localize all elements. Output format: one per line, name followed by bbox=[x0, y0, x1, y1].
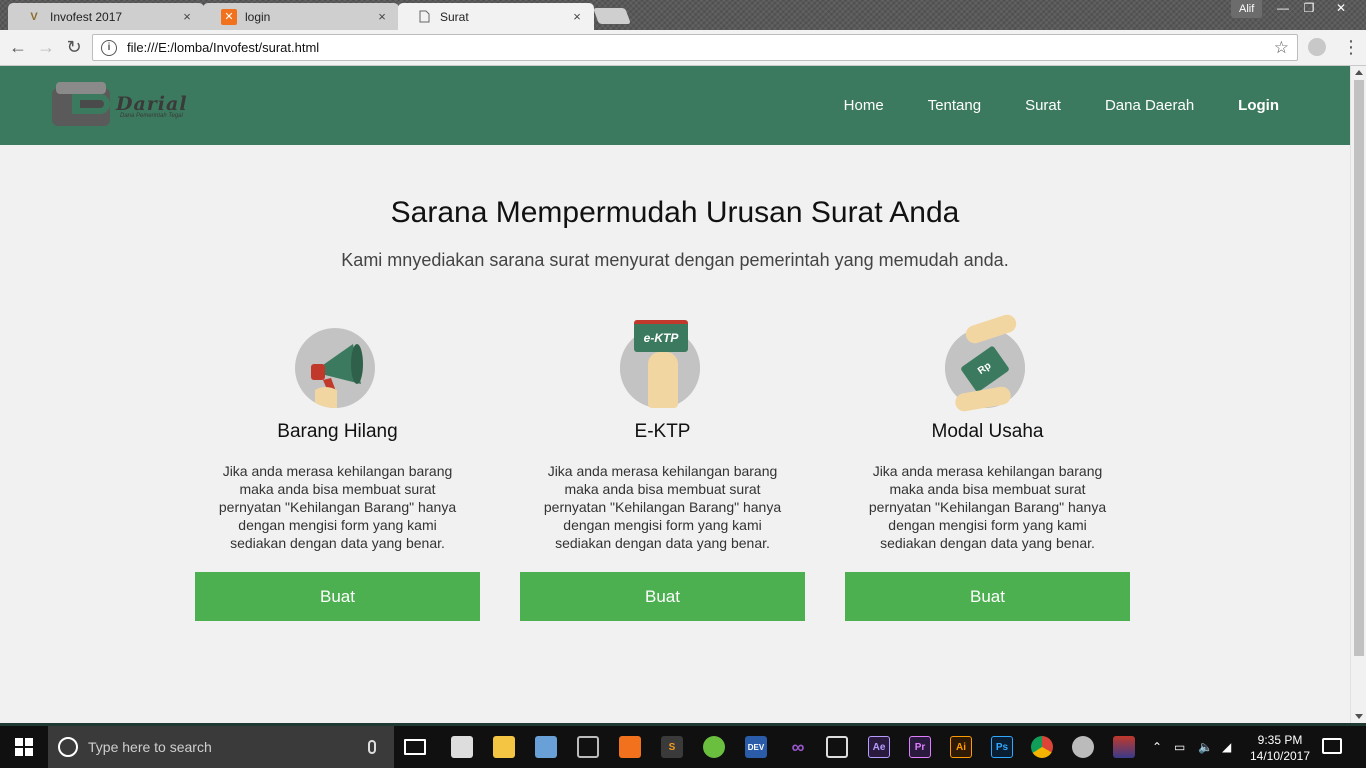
browser-toolbar: ← → ↻ i file:///E:/lomba/Invofest/surat.… bbox=[0, 30, 1366, 66]
drop-icon[interactable] bbox=[1072, 736, 1094, 758]
network-icon[interactable]: ◢ bbox=[1222, 726, 1231, 768]
invofest-favicon-icon: V bbox=[30, 10, 38, 23]
page-viewport: Darial Dana Pemerintah Tegal Home Tentan… bbox=[0, 66, 1350, 723]
extension-icon[interactable] bbox=[1308, 38, 1326, 56]
maximize-icon[interactable]: ❐ bbox=[1296, 0, 1322, 18]
tab-title: Invofest 2017 bbox=[50, 9, 123, 24]
card-description: Jika anda merasa kehilangan barang maka … bbox=[868, 463, 1107, 551]
start-button[interactable] bbox=[0, 726, 48, 768]
back-icon[interactable]: ← bbox=[6, 36, 30, 60]
store-icon[interactable] bbox=[451, 736, 473, 758]
nav-login[interactable]: Login bbox=[1238, 97, 1279, 114]
scroll-up-icon[interactable] bbox=[1355, 70, 1363, 75]
close-icon[interactable]: × bbox=[570, 9, 584, 24]
devcpp-icon[interactable] bbox=[703, 736, 725, 758]
bookmark-star-icon[interactable]: ☆ bbox=[1274, 38, 1289, 58]
card-title: E-KTP bbox=[634, 421, 691, 442]
file-explorer-icon[interactable] bbox=[493, 736, 515, 758]
page-scrollbar[interactable] bbox=[1350, 66, 1366, 723]
close-icon[interactable]: × bbox=[375, 9, 389, 24]
scroll-down-icon[interactable] bbox=[1355, 714, 1363, 719]
money-hands-icon: Rp bbox=[945, 312, 1025, 413]
after-effects-icon[interactable]: Ae bbox=[868, 736, 890, 758]
clock-time: 9:35 PM bbox=[1257, 733, 1303, 747]
site-info-icon[interactable]: i bbox=[101, 39, 117, 56]
id-card-icon: e-KTP bbox=[620, 320, 700, 408]
service-card-barang-hilang: Barang Hilang Jika anda merasa kehilanga… bbox=[195, 318, 480, 628]
tab-title: Surat bbox=[440, 9, 469, 24]
buat-button[interactable]: Buat bbox=[520, 572, 805, 621]
new-tab-button[interactable] bbox=[593, 8, 631, 24]
browser-tabstrip: V Invofest 2017 × ✕ login × Surat × Alif… bbox=[0, 0, 1366, 30]
action-center-icon[interactable] bbox=[1322, 738, 1342, 754]
buat-button[interactable]: Buat bbox=[195, 572, 480, 621]
photoshop-icon[interactable]: Ps bbox=[991, 736, 1013, 758]
nav-surat[interactable]: Surat bbox=[1025, 97, 1061, 114]
tab-login[interactable]: ✕ login × bbox=[203, 3, 399, 30]
windows-logo-icon bbox=[15, 738, 33, 756]
page-title: Sarana Mempermudah Urusan Surat Anda bbox=[390, 196, 960, 229]
virtualbox-icon[interactable] bbox=[535, 736, 557, 758]
card-title: Modal Usaha bbox=[931, 421, 1044, 442]
tab-invofest[interactable]: V Invofest 2017 × bbox=[8, 3, 204, 30]
gambar-icon[interactable] bbox=[1113, 736, 1135, 758]
page-favicon-icon bbox=[416, 9, 432, 25]
illustrator-icon[interactable]: Ai bbox=[950, 736, 972, 758]
task-view-icon[interactable] bbox=[404, 739, 426, 755]
address-bar[interactable]: i file:///E:/lomba/Invofest/surat.html ☆ bbox=[92, 34, 1298, 61]
url-text[interactable]: file:///E:/lomba/Invofest/surat.html bbox=[127, 40, 1274, 55]
sublime-icon[interactable]: S bbox=[661, 736, 683, 758]
chrome-menu-icon[interactable]: ⋮ bbox=[1342, 38, 1360, 58]
taskbar-search[interactable]: Type here to search bbox=[48, 726, 394, 768]
nav-tentang[interactable]: Tentang bbox=[928, 97, 981, 114]
ektp-card-label: e-KTP bbox=[634, 320, 688, 352]
3d-box-icon[interactable] bbox=[577, 736, 599, 758]
page-subtitle: Kami mnyediakan sarana surat menyurat de… bbox=[341, 250, 1009, 270]
logo-name: Darial bbox=[116, 93, 188, 115]
cortana-icon bbox=[58, 737, 78, 757]
clock-date: 14/10/2017 bbox=[1249, 749, 1311, 763]
minimize-icon[interactable]: — bbox=[1270, 0, 1296, 18]
profile-button[interactable]: Alif bbox=[1231, 0, 1263, 18]
nav-dana-daerah[interactable]: Dana Daerah bbox=[1105, 97, 1194, 114]
microphone-icon[interactable] bbox=[368, 740, 376, 754]
chrome-icon[interactable] bbox=[1031, 736, 1053, 758]
windows-taskbar: Type here to search S DEV ∞ Ae Pr Ai Ps … bbox=[0, 723, 1366, 768]
site-logo[interactable]: Darial Dana Pemerintah Tegal bbox=[50, 80, 220, 130]
xampp-favicon-icon: ✕ bbox=[221, 8, 237, 25]
xampp-icon[interactable] bbox=[619, 736, 641, 758]
logo-tagline: Dana Pemerintah Tegal bbox=[120, 113, 183, 119]
premiere-icon[interactable]: Pr bbox=[909, 736, 931, 758]
reload-icon[interactable]: ↻ bbox=[62, 36, 86, 60]
visual-studio-icon[interactable]: ∞ bbox=[787, 736, 809, 758]
nav-home[interactable]: Home bbox=[844, 97, 884, 114]
site-nav: Home Tentang Surat Dana Daerah Login bbox=[800, 66, 1279, 145]
battery-icon[interactable]: ▭ bbox=[1174, 726, 1185, 768]
card-title: Barang Hilang bbox=[277, 421, 398, 442]
site-navbar: Darial Dana Pemerintah Tegal Home Tentan… bbox=[0, 66, 1350, 145]
tab-surat[interactable]: Surat × bbox=[398, 3, 594, 30]
close-icon[interactable]: × bbox=[180, 9, 194, 24]
window-close-icon[interactable]: ✕ bbox=[1326, 0, 1356, 18]
taskbar-clock[interactable]: 9:35 PM 14/10/2017 bbox=[1240, 732, 1320, 764]
tab-title: login bbox=[245, 9, 271, 24]
megaphone-icon bbox=[295, 328, 375, 408]
scroll-thumb[interactable] bbox=[1354, 80, 1364, 656]
buat-button[interactable]: Buat bbox=[845, 572, 1130, 621]
search-placeholder: Type here to search bbox=[88, 739, 212, 755]
media-icon[interactable] bbox=[826, 736, 848, 758]
service-card-ektp: e-KTP E-KTP Jika anda merasa kehilangan … bbox=[520, 318, 805, 628]
tray-chevron-icon[interactable]: ⌃ bbox=[1152, 726, 1162, 768]
forward-icon[interactable]: → bbox=[34, 36, 58, 60]
card-description: Jika anda merasa kehilangan barang maka … bbox=[218, 463, 457, 551]
volume-icon[interactable]: 🔈 bbox=[1198, 726, 1213, 768]
service-card-modal-usaha: Rp Modal Usaha Jika anda merasa kehilang… bbox=[845, 312, 1130, 628]
devc-icon[interactable]: DEV bbox=[745, 736, 767, 758]
card-description: Jika anda merasa kehilangan barang maka … bbox=[543, 463, 782, 551]
